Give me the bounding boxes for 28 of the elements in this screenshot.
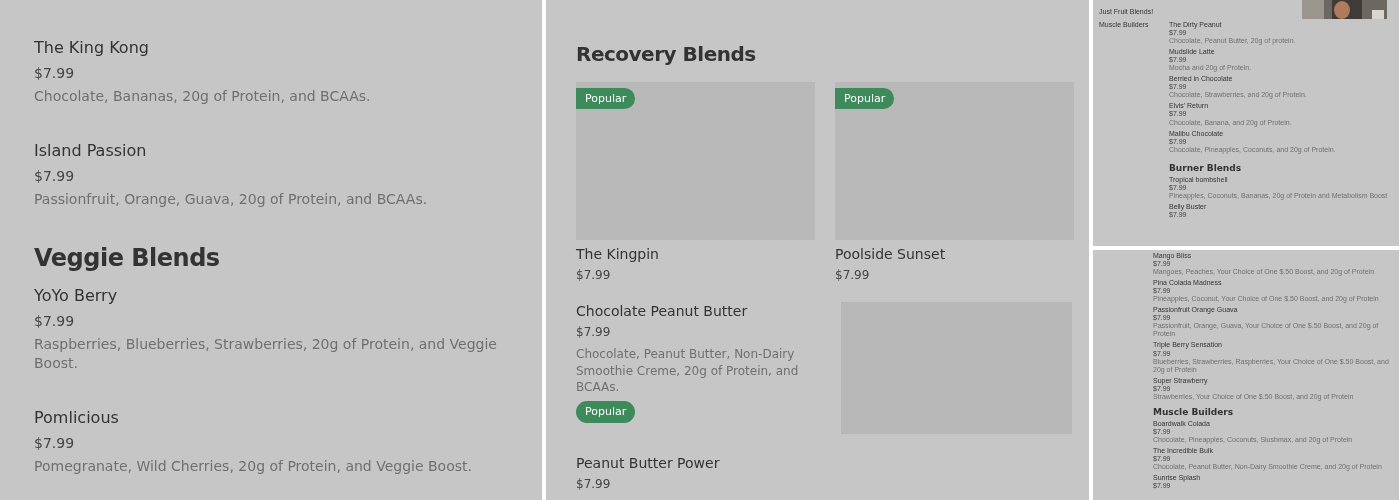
item-name: Pomlicious (34, 407, 120, 429)
item-description: Raspberries, Blueberries, Strawberries, 20g of Protein, and Veggie Boost. (34, 335, 498, 372)
popular-badge: Popular (576, 88, 636, 109)
item-price: $7.99 (835, 268, 871, 282)
section-heading: Recovery Blends (576, 42, 757, 66)
item-name: The King Kong (34, 38, 150, 59)
item-price: $7.99 (34, 63, 76, 82)
section-heading: Burner Blends (1169, 162, 1243, 173)
section-heading: Muscle Builders (1153, 406, 1235, 417)
popular-badge: Popular (576, 401, 636, 424)
item-price: $7.99 (34, 166, 76, 186)
section-heading: Veggie Blends (34, 244, 221, 273)
item-name: Peanut Butter Power (576, 454, 720, 473)
item-price: $7.99 (34, 433, 76, 452)
item-name: Poolside Sunset (835, 246, 947, 262)
popular-badge: Popular (835, 88, 895, 109)
item-name: The Kingpin (576, 246, 660, 262)
item-description: Chocolate, Bananas, 20g of Protein, and BCAAs. (34, 87, 372, 106)
item-name: Chocolate Peanut Butter (576, 302, 749, 321)
item-price: $7.99 (576, 268, 612, 282)
item-description: Pomegranate, Wild Cherries, 20g of Protein, and Veggie Boost. (34, 456, 473, 475)
item-name: YoYo Berry (34, 286, 119, 308)
item-description: Chocolate, Peanut Butter, Non-Dairy Smoothie Creme, 20g of Protein, and BCAAs. (576, 345, 800, 397)
item-description: Passionfruit, Orange, Guava, 20g of Protein, and BCAAs. (34, 190, 429, 209)
item-price: $7.99 (576, 477, 612, 493)
item-price: $7.99 (34, 312, 76, 331)
item-name: Island Passion (34, 141, 148, 162)
item-price: $7.99 (576, 325, 612, 341)
